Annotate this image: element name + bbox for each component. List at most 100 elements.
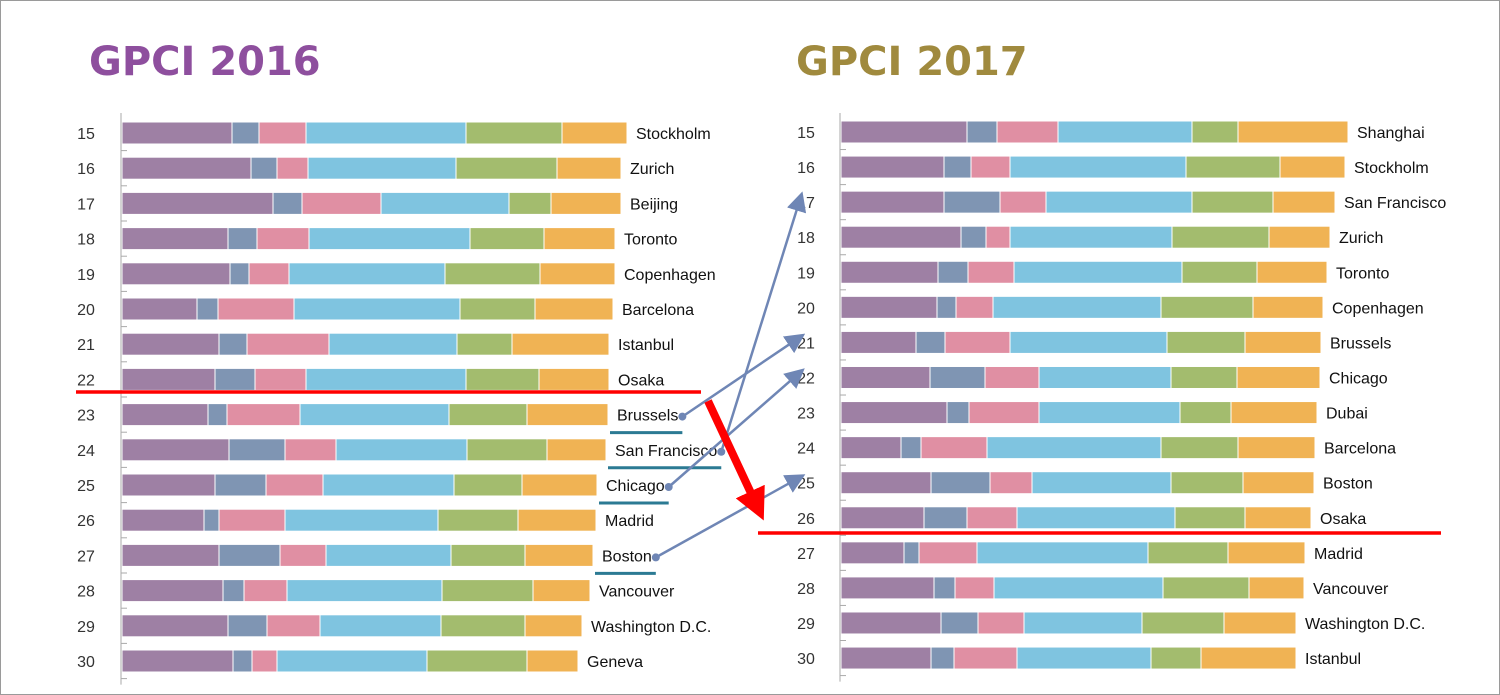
bar-segment	[977, 611, 1025, 635]
bar-segment	[508, 191, 552, 215]
bar-segment	[441, 579, 534, 603]
bar-segment	[279, 543, 327, 567]
bar-segment	[121, 579, 224, 603]
bar-segment	[465, 121, 563, 145]
bar-segment	[1174, 506, 1246, 530]
city-label: Stockholm	[636, 126, 711, 143]
bar-segment	[840, 260, 939, 284]
bar-segment	[1141, 611, 1225, 635]
rank-label: 20	[797, 300, 815, 317]
rank-label: 28	[77, 584, 95, 601]
bar-segment	[999, 190, 1047, 214]
city-label: Osaka	[1320, 511, 1366, 528]
bar-segment	[218, 508, 286, 532]
bar-row: 29 Washington D.C.	[797, 611, 1425, 642]
bar-segment	[121, 508, 205, 532]
bar-segment	[448, 403, 528, 427]
bar-segment	[319, 614, 442, 638]
rank-label: 27	[77, 548, 95, 565]
rank-label: 23	[77, 408, 95, 425]
bar-segment	[328, 332, 458, 356]
rank-label: 16	[797, 160, 815, 177]
bar-segment	[1279, 155, 1346, 179]
rank-label: 16	[77, 161, 95, 178]
bar-segment	[246, 332, 330, 356]
bar-segment	[1160, 295, 1254, 319]
bar-segment	[840, 576, 935, 600]
bar-segment	[466, 438, 548, 462]
rank-label: 19	[797, 265, 815, 282]
bar-row: 16 Stockholm	[797, 155, 1429, 186]
arrow-origin-dot	[717, 447, 726, 456]
bar-segment	[840, 155, 945, 179]
bar-segment	[305, 121, 467, 145]
bar-segment	[954, 576, 995, 600]
bar-segment	[526, 649, 579, 673]
bar-segment	[840, 190, 945, 214]
city-label: Washington D.C.	[591, 619, 711, 636]
bar-segment	[539, 262, 616, 286]
bar-segment	[121, 614, 229, 638]
bar-segment	[986, 436, 1162, 460]
rank-label: 15	[797, 125, 815, 142]
rank-move-arrow	[667, 368, 805, 488]
bar-segment	[286, 579, 443, 603]
bar-segment	[967, 260, 1015, 284]
bar-segment	[1237, 120, 1349, 144]
bar-segment	[532, 579, 591, 603]
rank-label: 19	[77, 267, 95, 284]
bar-row: 25 Chicago	[77, 473, 669, 505]
chart-canvas: GPCI 2016 15 Stockholm 16 Zurich 17 Beijing 18 T…	[76, 39, 1446, 685]
bar-segment	[1179, 401, 1232, 425]
bar-segment	[1009, 225, 1173, 249]
rank-move-arrow	[681, 333, 806, 418]
bar-segment	[229, 262, 250, 286]
bar-segment	[946, 401, 970, 425]
chart-panel-2: GPCI 2017 15 Shanghai 16 Stockholm 17 San Fran…	[758, 39, 1446, 682]
bar-segment	[556, 156, 622, 180]
bar-segment	[521, 473, 598, 497]
bar-segment	[228, 438, 286, 462]
bar-segment	[1248, 576, 1305, 600]
bar-row: 16 Zurich	[77, 156, 674, 187]
bar-segment	[121, 332, 220, 356]
bar-segment	[214, 367, 256, 391]
city-label: Toronto	[1336, 265, 1389, 282]
chart-title: GPCI 2016	[89, 39, 321, 85]
rank-label: 15	[77, 126, 95, 143]
bar-segment	[543, 227, 616, 251]
rank-label: 18	[797, 230, 815, 247]
bar-segment	[121, 156, 252, 180]
bar-segment	[121, 297, 198, 321]
bar-segment	[465, 367, 540, 391]
bar-segment	[272, 191, 303, 215]
bar-segment	[1016, 646, 1152, 670]
bar-segment	[196, 297, 219, 321]
bar-segment	[426, 649, 528, 673]
bar-segment	[511, 332, 610, 356]
bar-segment	[284, 508, 439, 532]
bar-segment	[265, 473, 324, 497]
rank-move-arrow	[720, 191, 807, 453]
city-label: Vancouver	[599, 584, 675, 601]
bar-segment	[840, 611, 942, 635]
bar-segment	[266, 614, 321, 638]
bar-segment	[121, 227, 229, 251]
bar-segment	[437, 508, 519, 532]
bar-segment	[1223, 611, 1297, 635]
bar-row: 23 Brussels	[77, 403, 683, 435]
bar-segment	[966, 506, 1018, 530]
bar-segment	[930, 646, 955, 670]
bar-row: 22 Chicago	[797, 365, 1388, 396]
bar-segment	[308, 227, 471, 251]
bar-row: 27 Boston	[77, 543, 656, 575]
rank-label: 18	[77, 232, 95, 249]
gpci-comparison-figure: GPCI 2016 15 Stockholm 16 Zurich 17 Beijing 18 T…	[0, 0, 1500, 695]
bar-segment	[550, 191, 622, 215]
bar-segment	[1038, 365, 1172, 389]
bar-segment	[305, 367, 467, 391]
city-label: Brussels	[617, 408, 678, 425]
rank-label: 24	[797, 441, 815, 458]
city-label: Zurich	[630, 161, 674, 178]
rank-label: 24	[77, 443, 95, 460]
